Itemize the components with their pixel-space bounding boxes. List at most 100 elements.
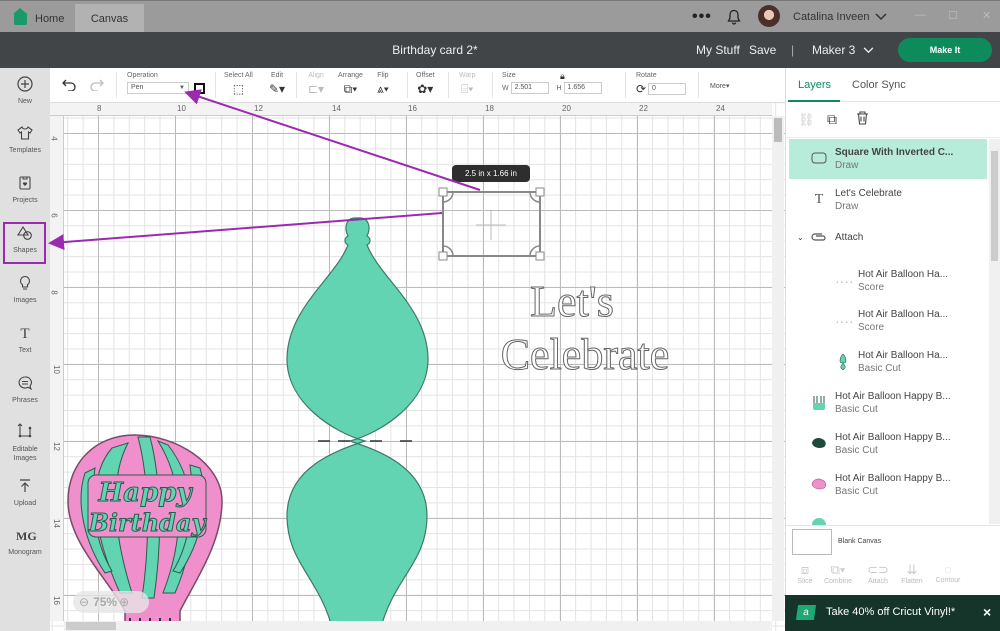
- sidebar-item-projects[interactable]: Projects: [0, 175, 50, 204]
- projects-icon: [16, 175, 34, 193]
- height-input[interactable]: 1.656: [563, 82, 602, 94]
- layer-item[interactable]: Hot Air Balloon Happy B... Basic Cut: [789, 383, 987, 423]
- layer-item[interactable]: ···· Hot Air Balloon Ha... Score: [789, 301, 987, 341]
- layer-item[interactable]: Hot Air Balloon Happy B... Basic Cut: [789, 424, 987, 464]
- zoom-control[interactable]: ⊖ 75% ⊕: [73, 591, 149, 613]
- layer-item[interactable]: ···· Hot Air Balloon Ha... Score: [789, 261, 987, 301]
- chevron-down-icon[interactable]: ⌄: [797, 233, 804, 242]
- more-menu-button[interactable]: More▾: [710, 82, 729, 90]
- close-promo-button[interactable]: ×: [983, 604, 991, 620]
- layers-scrollbar[interactable]: [989, 139, 1000, 524]
- width-input[interactable]: 2.501: [510, 82, 549, 94]
- sidebar-item-monogram[interactable]: MG Monogram: [0, 527, 50, 556]
- layer-item[interactable]: T Let's Celebrate Draw: [789, 180, 987, 220]
- home-icon: [13, 8, 27, 25]
- lock-aspect-icon[interactable]: 🔒︎: [560, 71, 565, 82]
- layer-name: Hot Air Balloon Ha...: [858, 350, 949, 361]
- arrange-icon: ⧉▾: [343, 82, 358, 96]
- edit-menu-button[interactable]: Edit ✎▾: [269, 72, 285, 96]
- make-it-button[interactable]: Make It: [898, 38, 992, 62]
- delete-icon[interactable]: [856, 111, 869, 128]
- layer-item[interactable]: Hot Air Balloon Ha... Basic Cut: [789, 342, 987, 382]
- sidebar-item-editable-images[interactable]: Editable Images: [0, 423, 50, 463]
- attach-button[interactable]: ⊂⊃ Attach: [861, 562, 895, 585]
- machine-selector[interactable]: Maker 3: [812, 43, 874, 57]
- sidebar-item-label: Templates: [9, 147, 41, 154]
- offset-label: Offset: [416, 72, 435, 79]
- layer-item[interactable]: Hot Air Balloon Happy B... Basic Cut: [789, 465, 987, 505]
- tab-layers[interactable]: Layers: [798, 79, 831, 91]
- scroll-thumb[interactable]: [991, 151, 998, 261]
- bell-icon[interactable]: [727, 1, 741, 33]
- layer-item-partial[interactable]: [812, 518, 826, 525]
- offset-button[interactable]: Offset ✿▾: [416, 72, 435, 96]
- dark-shape-icon: [811, 436, 827, 452]
- ruler-tick-label: 24: [716, 104, 725, 113]
- pink-shape-icon: [811, 477, 827, 493]
- zoom-out-icon[interactable]: ⊖: [79, 595, 89, 609]
- combine-button[interactable]: ⧉▾ Combine: [821, 562, 855, 585]
- promo-badge-icon: a: [795, 605, 817, 620]
- sidebar-item-templates[interactable]: Templates: [0, 125, 50, 154]
- sidebar-item-new[interactable]: New: [0, 76, 50, 105]
- color-swatch[interactable]: [193, 82, 205, 94]
- app-header: Birthday card 2* My Stuff Save | Maker 3: [0, 32, 1000, 68]
- group-icon[interactable]: ⛓: [798, 112, 815, 128]
- layer-type: Score: [858, 282, 885, 293]
- ruler-tick-label: 4: [49, 136, 59, 141]
- close-window-button[interactable]: ✕: [982, 9, 991, 22]
- layer-group-attach[interactable]: ⌄ Attach: [789, 223, 987, 251]
- toolbar-divider: [448, 72, 449, 98]
- sidebar-item-images[interactable]: Images: [0, 275, 50, 304]
- sidebar-item-text[interactable]: T Text: [0, 325, 50, 354]
- flip-menu-button[interactable]: Flip ⩓▾: [377, 72, 389, 97]
- sidebar-item-upload[interactable]: Upload: [0, 478, 50, 507]
- minimize-button[interactable]: —: [915, 9, 926, 21]
- layer-type: Basic Cut: [835, 445, 878, 456]
- redo-icon[interactable]: [90, 79, 104, 94]
- size-group: Size W 2.501 H 1.656: [502, 72, 602, 94]
- promo-banner[interactable]: a Take 40% off Cricut Vinyl!* ×: [785, 595, 1000, 631]
- rotate-input[interactable]: 0: [648, 83, 687, 95]
- layer-item[interactable]: Square With Inverted C... Draw: [789, 139, 987, 179]
- my-stuff-link[interactable]: My Stuff: [696, 43, 740, 57]
- layers-panel: Layers Color Sync ⛓ ⧉ Square With Invert…: [785, 68, 1000, 595]
- save-button[interactable]: Save: [749, 43, 776, 57]
- flatten-button[interactable]: ⇊ Flatten: [895, 562, 929, 585]
- maximize-button[interactable]: ☐: [948, 9, 958, 22]
- select-all-button[interactable]: Select All ⬚: [224, 72, 253, 96]
- warp-button[interactable]: Warp ⌸▾: [459, 72, 475, 97]
- balloon-part-icon: [835, 353, 851, 371]
- warp-icon: ⌸▾: [461, 82, 474, 96]
- shapes-highlight-box: [3, 222, 46, 264]
- user-menu[interactable]: Catalina Inveen: [793, 1, 887, 33]
- design-canvas[interactable]: Happy Birthday Let's Celebrate ⊖ 75% ⊕: [50, 103, 785, 631]
- canvas-horizontal-scrollbar[interactable]: [64, 621, 772, 631]
- slice-button[interactable]: ⧈ Slice: [788, 562, 822, 585]
- offset-icon: ✿▾: [417, 82, 434, 96]
- tab-home[interactable]: Home: [12, 4, 64, 33]
- zoom-in-icon[interactable]: ⊕: [119, 595, 129, 609]
- tab-canvas-label: Canvas: [90, 12, 129, 25]
- ruler-tick-label: 10: [177, 104, 186, 113]
- contour-button[interactable]: ◌ Contour: [931, 562, 965, 584]
- attach-label: Attach: [868, 578, 888, 585]
- layer-name: Hot Air Balloon Happy B...: [835, 473, 951, 484]
- sidebar-item-label: Monogram: [8, 549, 42, 556]
- avatar[interactable]: [758, 5, 780, 27]
- operation-select[interactable]: Pen ▼: [127, 82, 189, 94]
- tab-color-sync[interactable]: Color Sync: [852, 79, 906, 91]
- duplicate-icon[interactable]: ⧉: [827, 111, 837, 128]
- align-menu-button[interactable]: Align ⊏▾: [308, 72, 324, 96]
- scroll-thumb[interactable]: [774, 118, 782, 142]
- scroll-thumb[interactable]: [66, 622, 116, 630]
- undo-icon[interactable]: [62, 79, 76, 94]
- tab-canvas[interactable]: Canvas: [75, 4, 144, 33]
- arrange-menu-button[interactable]: Arrange ⧉▾: [338, 72, 363, 97]
- layer-name: Square With Inverted C...: [835, 147, 954, 158]
- canvas-vertical-scrollbar[interactable]: [772, 116, 784, 621]
- slice-icon: ⧈: [800, 562, 810, 577]
- more-options-icon[interactable]: •••: [692, 1, 712, 33]
- blank-canvas-swatch[interactable]: [792, 529, 832, 555]
- sidebar-item-phrases[interactable]: Phrases: [0, 375, 50, 404]
